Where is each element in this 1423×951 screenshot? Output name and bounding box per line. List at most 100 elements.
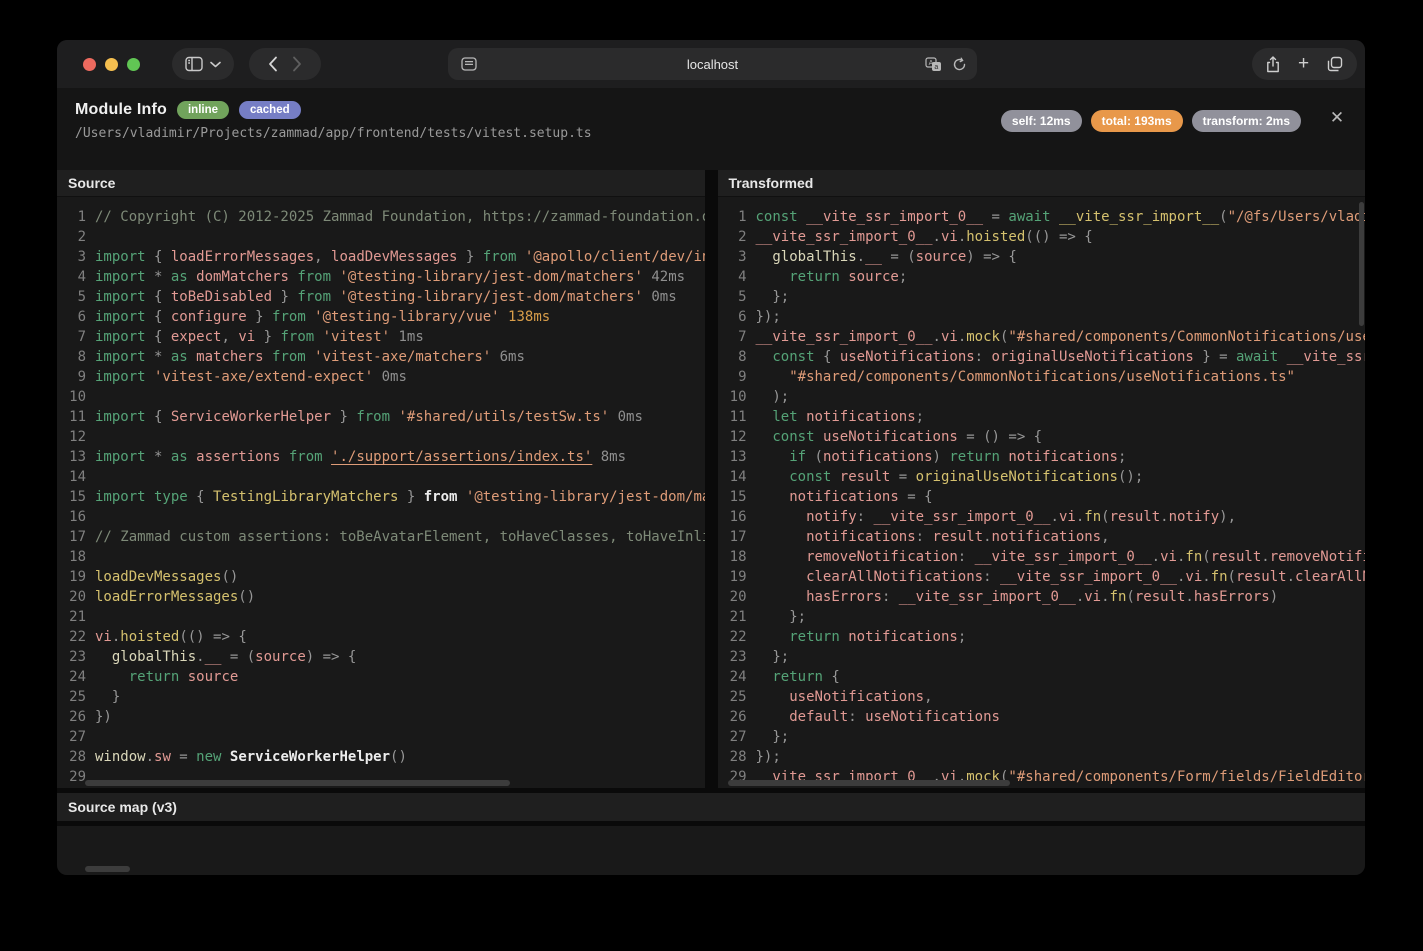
source-code[interactable]: 1// Copyright (C) 2012-2025 Zammad Found… [57,197,705,788]
sourcemap-body[interactable]: 1AAMA;AAeA,yBAAG,QAAQ,MAAM;AACf,aAAW,KAA… [57,826,1365,875]
code-line: 18 removeNotification: __vite_ssr_import… [718,547,1365,567]
line-number: 19 [69,569,86,585]
code-line: 8 import * as matchers from 'vitest-axe/m… [57,347,705,367]
line-number: 1 [77,209,86,225]
code-line: 7 import { expect, vi } from 'vitest' 1ms [57,327,705,347]
chevron-down-icon[interactable] [210,61,221,68]
line-number: 13 [729,449,747,465]
line-number: 15 [729,489,747,505]
line-number: 10 [729,389,747,405]
code-line: 23 }; [718,647,1366,667]
translate-icon[interactable]: A a [925,56,942,72]
line-number: 18 [69,549,86,565]
line-number: 28 [729,749,747,765]
close-window-button[interactable] [83,57,96,71]
code-line: 17// Zammad custom assertions: toBeAvata… [57,527,704,547]
code-line: 27 [57,727,705,747]
code-line: 6 import { configure } from '@testing-lib… [57,307,705,327]
forward-icon[interactable] [292,56,302,72]
reload-icon[interactable] [952,57,967,72]
transformed-horizontal-scrollbar[interactable] [727,780,1010,786]
code-line: 19 loadDevMessages() [57,567,705,587]
line-number: 17 [69,529,86,545]
code-line: 1 const __vite_ssr_import_0__ = await __v… [718,207,1365,227]
code-line: 25 useNotifications, [718,687,1366,707]
sidebar-toggle-group[interactable] [172,48,234,80]
stat-total: total: 193ms [1090,110,1183,132]
minimize-window-button[interactable] [105,57,118,71]
line-number: 11 [69,409,86,425]
browser-window: localhost A a + Module Info inline cache… [57,40,1365,875]
page-title: Module Info [75,101,167,118]
close-icon[interactable]: ✕ [1325,106,1349,130]
code-line: 18 [57,547,705,567]
code-line: 25 } [57,687,705,707]
source-horizontal-scrollbar[interactable] [85,780,510,786]
source-panel: Source 1// Copyright (C) 2012-2025 Zamma… [57,170,705,788]
sidebar-icon[interactable] [185,56,203,72]
address-bar[interactable]: localhost A a [448,48,977,80]
line-number: 20 [69,589,86,605]
code-line: 11 import { ServiceWorkerHelper } from '#… [57,407,705,427]
line-number: 4 [738,269,747,285]
timing-badges: self: 12ms total: 193ms transform: 2ms [1000,110,1301,132]
code-line: 22 vi.hoisted(() => { [57,627,705,647]
line-number: 26 [69,709,86,725]
code-line: 28}); [718,747,1366,767]
code-line: 4 return source; [718,267,1366,287]
line-number: 15 [69,489,86,505]
line-number: 25 [69,689,86,705]
line-number: 21 [69,609,86,625]
sourcemap-title: Source map (v3) [57,793,1365,821]
code-line: 7 __vite_ssr_import_0__.vi.mock("#shared/… [718,327,1365,347]
code-line: 1// Copyright (C) 2012-2025 Zammad Found… [57,207,705,227]
code-line: 3 import { loadErrorMessages, loadDevMess… [57,247,705,267]
line-number: 19 [729,569,747,585]
line-number: 17 [729,529,747,545]
code-line: 10 ); [718,387,1366,407]
line-number: 10 [69,389,86,405]
code-line: 9 "#shared/components/CommonNotification… [718,367,1366,387]
code-line: 12 [57,427,705,447]
line-number: 3 [738,249,747,265]
code-line: 15 notifications = { [718,487,1366,507]
code-line: 12 const useNotifications = () => { [718,427,1366,447]
code-line: 17 notifications: result.notifications, [718,527,1366,547]
svg-text:a: a [934,64,938,71]
code-line: 14 [57,467,705,487]
line-number: 4 [77,269,86,285]
code-line: 5 }; [718,287,1366,307]
line-number: 16 [69,509,86,525]
tab-overview-icon[interactable] [1327,56,1343,72]
toolbar-actions: + [1252,48,1357,80]
code-line: 20 hasErrors: __vite_ssr_import_0__.vi.f… [718,587,1366,607]
sourcemap-horizontal-scrollbar[interactable] [85,866,130,872]
code-line: 3 globalThis.__ = (source) => { [718,247,1366,267]
code-line: 26 default: useNotifications [718,707,1366,727]
line-number: 12 [69,429,86,445]
code-line: 13 import * as assertions from './support… [57,447,705,467]
transformed-panel-title: Transformed [717,170,1365,197]
browser-toolbar: localhost A a + [57,40,1365,88]
line-number: 5 [77,289,86,305]
nav-buttons [249,48,321,80]
share-icon[interactable] [1266,55,1280,73]
code-line: 24 return source [57,667,705,687]
back-icon[interactable] [268,56,278,72]
code-line: 10 [57,387,705,407]
zoom-window-button[interactable] [127,57,140,71]
code-line: 5 import { toBeDisabled } from '@testing-… [57,287,705,307]
url-text[interactable]: localhost [448,57,977,72]
line-number: 21 [729,609,747,625]
transformed-code[interactable]: 1 const __vite_ssr_import_0__ = await __v… [718,197,1366,788]
code-line: 16 notify: __vite_ssr_import_0__.vi.fn(r… [718,507,1366,527]
new-tab-icon[interactable]: + [1298,54,1309,73]
line-number: 24 [69,669,86,685]
code-line: 24 return { [718,667,1366,687]
code-line: 2 __vite_ssr_import_0__.vi.hoisted(() => … [718,227,1366,247]
transformed-vertical-scrollbar[interactable] [1359,202,1364,326]
code-line: 28 window.sw = new ServiceWorkerHelper() [57,747,705,767]
module-info-header: Module Info inline cached /Users/vladimi… [57,88,1365,170]
code-line: 11 let notifications; [718,407,1366,427]
stat-transform: transform: 2ms [1191,110,1301,132]
